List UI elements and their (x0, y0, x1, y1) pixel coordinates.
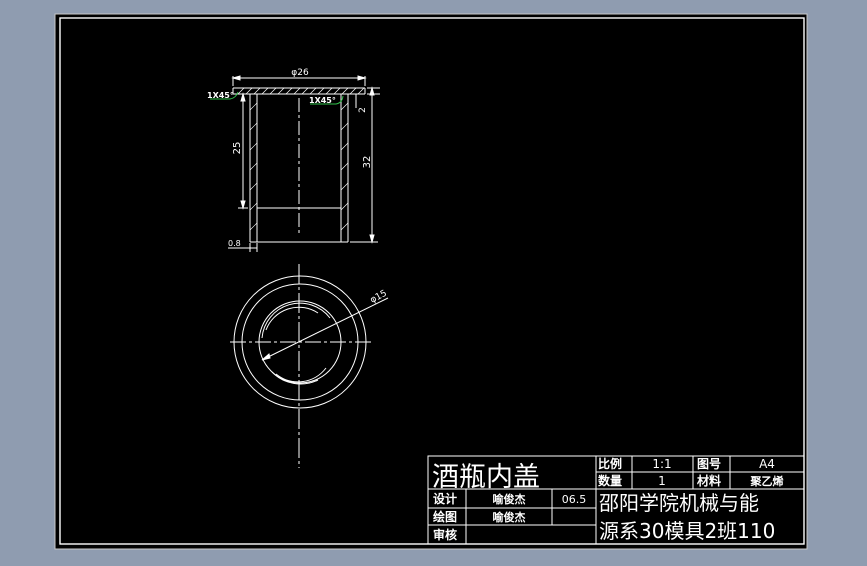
designer-name: 喻俊杰 (493, 492, 526, 506)
drawing-no-label: 图号 (697, 456, 721, 471)
qty-label: 数量 (598, 473, 622, 488)
design-label: 设计 (433, 491, 457, 506)
dim-chamfer-right: 1X45° (309, 96, 336, 105)
design-date: 06.5 (562, 493, 587, 506)
drawing-canvas: φ26 1X45° 1X45° 25 32 2 0.8 φ15 酒瓶内盖 比例 … (54, 13, 808, 550)
drawing-sheet (54, 13, 808, 550)
school-line-1: 邵阳学院机械与能 (599, 491, 759, 515)
material-label: 材料 (696, 473, 721, 488)
dim-height-inner: 25 (232, 142, 243, 155)
dim-lip-thickness: 2 (358, 107, 368, 113)
school-line-2: 源系30模具2班110 (599, 519, 775, 543)
dim-wall-thickness: 0.8 (228, 239, 241, 248)
material-value: 聚乙烯 (750, 474, 784, 488)
drawing-no-value: A4 (759, 457, 775, 471)
dim-top-diameter: φ26 (291, 68, 309, 78)
cad-viewport: φ26 1X45° 1X45° 25 32 2 0.8 φ15 酒瓶内盖 比例 … (0, 0, 867, 562)
part-name: 酒瓶内盖 (432, 462, 540, 493)
drafter-name: 喻俊杰 (493, 510, 526, 524)
review-label: 审核 (433, 527, 457, 542)
scale-label: 比例 (598, 456, 622, 471)
scale-value: 1:1 (652, 457, 671, 471)
qty-value: 1 (658, 474, 666, 488)
dim-chamfer-left: 1X45° (207, 91, 234, 100)
draw-label: 绘图 (433, 509, 457, 524)
dim-height-total: 32 (362, 156, 373, 169)
